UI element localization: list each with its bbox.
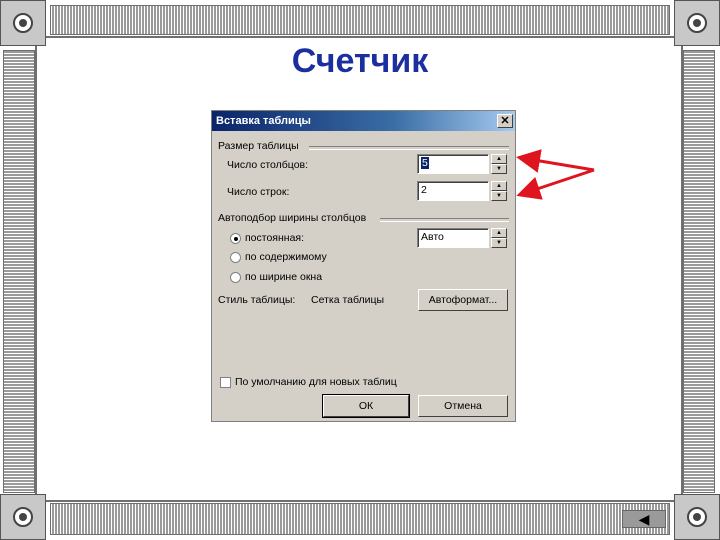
arrow-to-columns-icon xyxy=(516,149,595,173)
arrow-to-rows-icon xyxy=(516,168,595,200)
pointer-arrows xyxy=(516,149,595,200)
